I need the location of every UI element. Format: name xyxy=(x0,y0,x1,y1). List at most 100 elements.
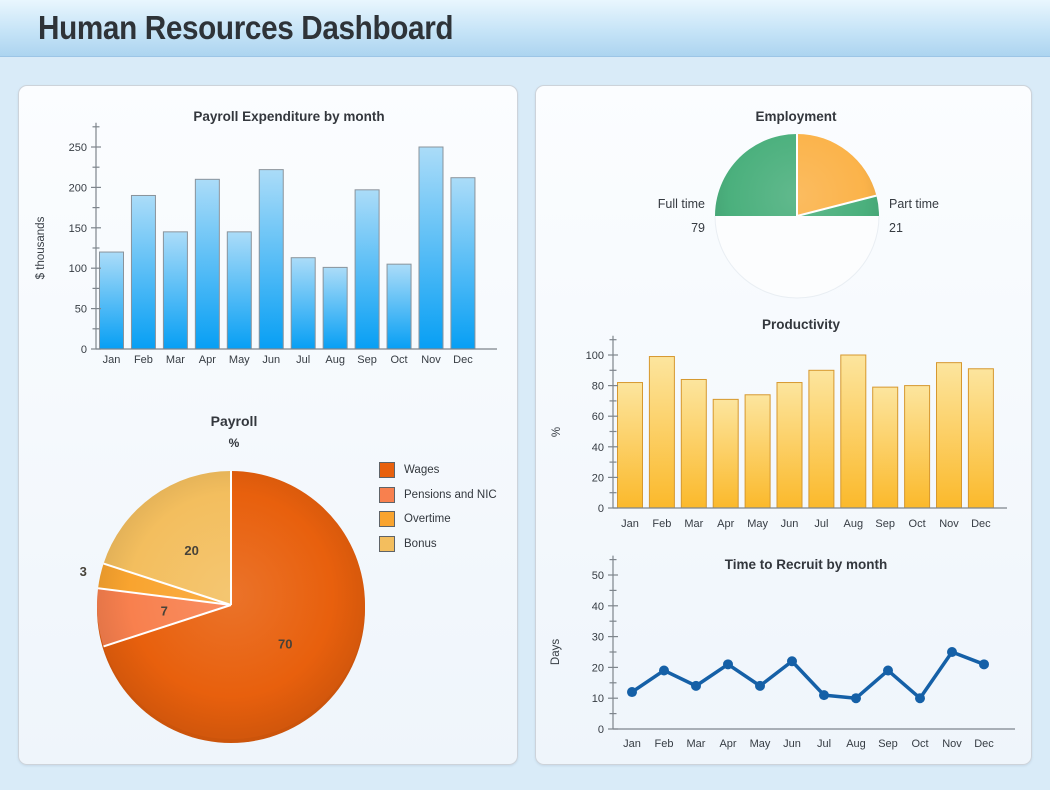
y-tick-label: 100 xyxy=(69,263,87,275)
half-pie-mask xyxy=(715,216,879,298)
y-axis-title: Days xyxy=(550,639,562,665)
y-tick-label: 50 xyxy=(75,304,87,316)
payroll-expenditure-plot: 0 50 100 150 200 250 Jan Feb Mar Apr May Jun Jul Aug S… xyxy=(19,96,519,401)
slice-name-label: Full time xyxy=(658,197,705,211)
chart-title: Payroll Expenditure by month xyxy=(193,109,385,124)
legend-label: Bonus xyxy=(404,537,437,550)
legend-label: Overtime xyxy=(404,513,451,525)
x-tick-label: May xyxy=(750,738,771,750)
x-tick-label: Oct xyxy=(909,518,926,530)
legend-item: Wages xyxy=(379,462,497,478)
dashboard-header: Human Resources Dashboard xyxy=(0,0,1050,57)
payroll-breakdown-chart: Payroll % 70 7 3 20 Wages Pensions and NIC Ov… xyxy=(19,406,519,766)
bar-jan xyxy=(617,382,643,509)
left-panel: Payroll Expenditure by month 0 50 100 150 20… xyxy=(18,85,518,765)
x-tick-label: Nov xyxy=(421,354,441,366)
slice-name-label: Part time xyxy=(889,197,939,211)
x-tick-label: Dec xyxy=(453,354,473,366)
bar-nov xyxy=(936,362,962,509)
bar-jun xyxy=(776,382,803,509)
bar-aug xyxy=(840,354,867,509)
legend-item: Pensions and NIC xyxy=(379,486,497,503)
page-title: Human Resources Dashboard xyxy=(0,0,1050,47)
point-feb xyxy=(659,665,669,676)
legend-item: Bonus xyxy=(379,535,497,552)
legend-swatch xyxy=(379,535,395,552)
bar-feb xyxy=(648,356,675,509)
y-tick-label: 20 xyxy=(592,472,604,484)
x-tick-label: Sep xyxy=(878,738,898,750)
page-title-text: Human Resources Dashboard xyxy=(38,9,454,46)
y-axis-title: % xyxy=(551,427,563,437)
x-tick-label: Sep xyxy=(875,518,895,530)
y-tick-label: 100 xyxy=(586,350,604,362)
x-tick-label: Nov xyxy=(939,518,959,530)
y-tick-label: 80 xyxy=(592,381,604,393)
x-tick-label: Jan xyxy=(103,354,121,366)
bar-jan xyxy=(99,251,124,350)
point-jun xyxy=(787,656,797,667)
x-tick-label: Feb xyxy=(134,354,153,366)
chart-title: Employment xyxy=(755,109,837,124)
x-tick-label: Jun xyxy=(781,518,799,530)
x-tick-label: Feb xyxy=(655,738,674,750)
productivity-plot: 0 20 40 60 80 100 Jan Feb Mar Apr May Jun Jul Aug Sep O… xyxy=(536,311,1033,543)
y-tick-label: 0 xyxy=(81,344,87,356)
legend-item: Overtime xyxy=(379,511,497,527)
bar-dec xyxy=(967,368,994,509)
payroll-legend: Wages Pensions and NIC Overtime Bonus xyxy=(379,462,497,560)
x-tick-label: Jan xyxy=(621,518,639,530)
slice-value-label: 20 xyxy=(184,543,198,558)
bar-aug xyxy=(322,266,348,350)
x-tick-label: Apr xyxy=(717,518,734,530)
y-tick-label: 40 xyxy=(592,601,604,613)
point-nov xyxy=(947,647,957,657)
x-tick-label: Aug xyxy=(844,518,864,530)
time-to-recruit-chart: Time to Recruit by month 0 10 20 30 40 50 Jan F… xyxy=(536,546,1033,764)
chart-title: Payroll xyxy=(210,413,258,429)
x-tick-label: Apr xyxy=(719,738,736,750)
x-tick-label: Aug xyxy=(325,354,345,366)
y-tick-label: 150 xyxy=(69,223,87,235)
productivity-svg: 0 20 40 60 80 100 Jan Feb Mar Apr May Jun Jul Aug Sep O… xyxy=(551,335,1007,530)
x-tick-label: Jun xyxy=(262,354,280,366)
payroll-expenditure-chart: Payroll Expenditure by month 0 50 100 150 20… xyxy=(19,96,519,401)
chart-title: Productivity xyxy=(761,317,840,332)
chart-title: Time to Recruit by month xyxy=(724,557,888,572)
x-tick-label: May xyxy=(229,354,250,366)
employment-chart: Employment Part time 21 Full time 79 xyxy=(536,101,1033,309)
x-tick-label: Feb xyxy=(652,518,671,530)
payroll-breakdown-svg: 70 7 3 20 xyxy=(80,471,366,743)
point-mar xyxy=(691,680,701,691)
y-tick-label: 40 xyxy=(592,442,604,454)
y-tick-label: 250 xyxy=(69,142,87,154)
point-sep xyxy=(883,665,893,676)
point-jul xyxy=(819,690,829,701)
legend-swatch xyxy=(379,511,395,527)
payroll-expenditure-svg: 0 50 100 150 200 250 Jan Feb Mar Apr May Jun Jul Aug S… xyxy=(35,122,497,366)
y-axis-title: $ thousands xyxy=(35,216,47,279)
bar-jul xyxy=(808,369,835,509)
chart-subtitle: % xyxy=(228,436,240,450)
x-tick-label: Jun xyxy=(783,738,801,750)
legend-swatch xyxy=(379,486,395,503)
employment-svg: Part time 21 Full time 79 xyxy=(658,134,939,299)
x-tick-label: Dec xyxy=(971,518,991,530)
y-tick-label: 0 xyxy=(598,724,604,736)
bar-sep xyxy=(872,386,899,509)
point-oct xyxy=(915,693,925,704)
bar-apr xyxy=(194,178,220,350)
x-tick-label: Aug xyxy=(846,738,866,750)
bar-jul xyxy=(290,257,316,350)
right-panel: Employment Part time 21 Full time 79 Produc… xyxy=(535,85,1032,765)
x-tick-label: May xyxy=(747,518,768,530)
point-apr xyxy=(723,659,733,670)
y-tick-label: 0 xyxy=(598,503,604,515)
x-tick-label: Jul xyxy=(817,738,831,750)
legend-label: Wages xyxy=(404,464,440,476)
bar-oct xyxy=(904,385,931,509)
x-tick-label: Dec xyxy=(974,738,994,750)
productivity-chart: Productivity 0 20 40 60 80 100 Jan Feb Mar Apr May… xyxy=(536,311,1033,543)
point-aug xyxy=(851,693,861,704)
y-tick-label: 30 xyxy=(592,632,604,644)
